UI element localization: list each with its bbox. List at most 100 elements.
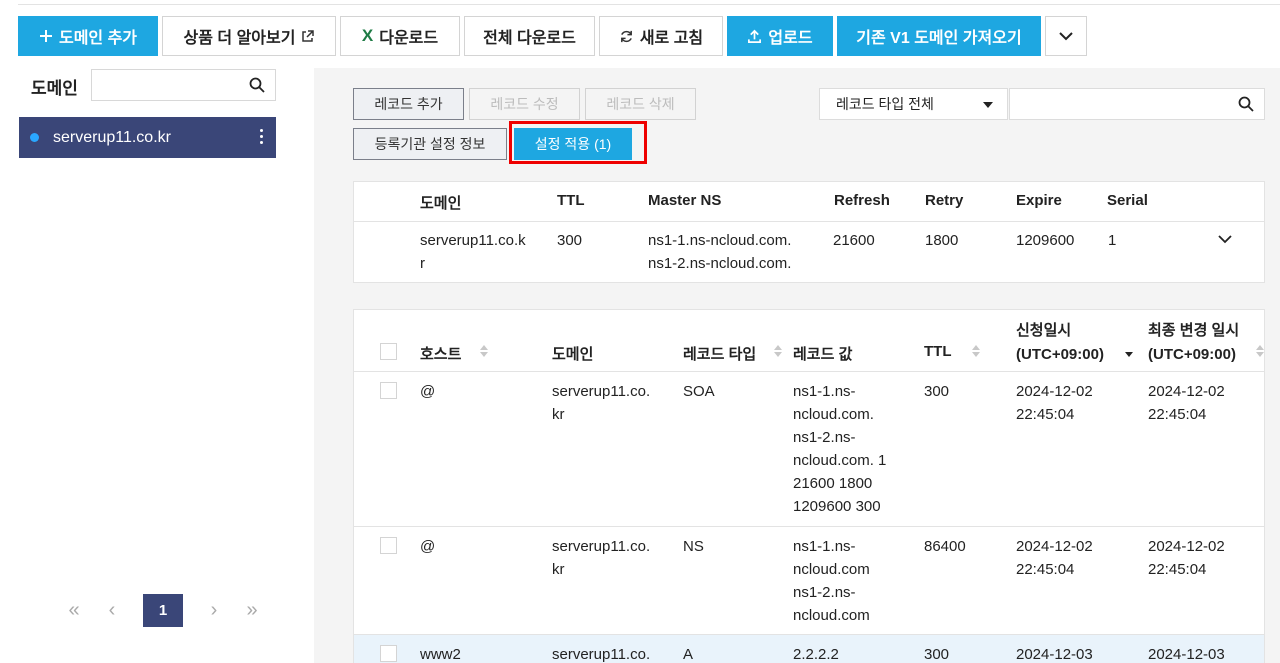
upload-icon [748, 29, 762, 43]
col-host[interactable]: 호스트 [420, 343, 461, 364]
col-ttl: TTL [557, 192, 585, 209]
select-all-checkbox[interactable] [380, 343, 397, 360]
row-checkbox[interactable] [380, 382, 397, 399]
cell-value-line: 1209600 300 [793, 498, 881, 515]
cell-modified-line: 22:45:04 [1148, 406, 1207, 423]
main-toolbar: 도메인 추가 상품 더 알아보기 X 다운로드 전체 다운로드 새로 고침 업로… [18, 16, 1087, 56]
soa-ns-line: ns1-2.ns-ncloud.com. [648, 255, 792, 272]
cell-modified: 2024-12-03 [1148, 646, 1225, 663]
chevron-down-icon [1059, 31, 1073, 40]
cell-value-line: ncloud.com [793, 561, 870, 578]
cell-value: ns1-1.ns- ncloud.com. ns1-2.ns- ncloud.c… [793, 380, 886, 518]
top-divider [18, 4, 1280, 5]
registrar-info-button[interactable]: 등록기관 설정 정보 [353, 128, 507, 160]
upload-button[interactable]: 업로드 [727, 16, 833, 56]
sort-desc-icon[interactable] [1125, 345, 1133, 357]
download-all-button[interactable]: 전체 다운로드 [464, 16, 595, 56]
cell-value-line: ns1-1.ns- [793, 538, 856, 555]
soa-table: 도메인 TTL Master NS Refresh Retry Expire S… [353, 181, 1265, 283]
records-table-header: 호스트 도메인 레코드 타입 레코드 값 TTL 신청일시 (UTC+09:00… [354, 310, 1264, 372]
sort-icon[interactable] [972, 345, 980, 357]
col-created[interactable]: 신청일시 (UTC+09:00) [1016, 319, 1104, 367]
row-checkbox[interactable] [380, 537, 397, 554]
cell-value-line: ncloud.com. 1 [793, 452, 887, 469]
sort-icon[interactable] [480, 345, 488, 357]
highlight-box [509, 121, 647, 164]
record-search-input[interactable] [1009, 88, 1265, 120]
cell-domain: serverup11.co. kr [552, 380, 650, 426]
soa-master-ns: ns1-1.ns-ncloud.com. ns1-2.ns-ncloud.com… [648, 229, 791, 275]
chevron-down-icon[interactable] [1218, 235, 1232, 244]
edit-record-button[interactable]: 레코드 수정 [469, 88, 580, 120]
learn-more-button[interactable]: 상품 더 알아보기 [162, 16, 336, 56]
add-domain-button[interactable]: 도메인 추가 [18, 16, 158, 56]
kebab-menu-icon[interactable] [260, 129, 264, 147]
col-modified[interactable]: 최종 변경 일시 (UTC+09:00) [1148, 319, 1239, 367]
add-record-button[interactable]: 레코드 추가 [353, 88, 464, 120]
import-v1-button[interactable]: 기존 V1 도메인 가져오기 [837, 16, 1041, 56]
next-page-icon[interactable]: › [195, 595, 233, 627]
sidebar-title: 도메인 [31, 79, 78, 98]
col-record-type[interactable]: 레코드 타입 [683, 343, 756, 364]
cell-domain-line: kr [552, 561, 565, 578]
soa-domain-line: r [420, 255, 425, 272]
search-icon[interactable] [1238, 96, 1254, 112]
table-row[interactable]: @ serverup11.co. kr SOA ns1-1.ns- ncloud… [354, 372, 1264, 527]
sort-icon[interactable] [1256, 345, 1264, 357]
cell-value-line: ns1-2.ns- [793, 429, 856, 446]
download-all-label: 전체 다운로드 [483, 30, 576, 47]
cell-domain-line: kr [552, 406, 565, 423]
external-link-icon [302, 29, 315, 42]
cell-created-line: 22:45:04 [1016, 406, 1075, 423]
soa-table-header: 도메인 TTL Master NS Refresh Retry Expire S… [354, 182, 1264, 222]
cell-value-line: ns1-1.ns- [793, 383, 856, 400]
cell-ttl: 300 [924, 646, 950, 663]
cell-value: ns1-1.ns- ncloud.com ns1-2.ns- ncloud.co… [793, 535, 870, 627]
col-refresh: Refresh [834, 192, 890, 209]
col-master-ns: Master NS [648, 192, 722, 209]
record-type-select[interactable]: 레코드 타입 전체 [819, 88, 1008, 120]
cell-created: 2024-12-02 22:45:04 [1016, 535, 1093, 581]
col-domain: 도메인 [552, 346, 594, 363]
soa-ttl: 300 [557, 232, 583, 249]
sort-icon[interactable] [774, 345, 782, 357]
prev-page-icon[interactable]: ‹ [93, 595, 131, 627]
col-ttl[interactable]: TTL [924, 343, 952, 360]
soa-expire: 1209600 [1016, 232, 1075, 249]
cell-created: 2024-12-02 22:45:04 [1016, 380, 1093, 426]
row-checkbox[interactable] [380, 645, 397, 662]
table-row[interactable]: @ serverup11.co. kr NS ns1-1.ns- ncloud.… [354, 527, 1264, 635]
cell-type: A [683, 646, 694, 663]
delete-record-button[interactable]: 레코드 삭제 [585, 88, 696, 120]
cell-modified-line: 2024-12-02 [1148, 538, 1225, 555]
search-icon[interactable] [249, 77, 265, 93]
cell-value-line: 21600 1800 [793, 475, 873, 492]
cell-modified: 2024-12-02 22:45:04 [1148, 380, 1225, 426]
col-record-value: 레코드 값 [793, 346, 853, 363]
refresh-button[interactable]: 새로 고침 [599, 16, 723, 56]
cell-host: @ [420, 538, 436, 555]
cell-ttl: 300 [924, 383, 950, 400]
cell-value-line: ncloud.com. [793, 406, 874, 423]
first-page-icon[interactable]: « [55, 595, 93, 627]
soa-ns-line: ns1-1.ns-ncloud.com. [648, 232, 792, 249]
soa-domain-line: serverup11.co.k [420, 232, 526, 249]
cell-type: SOA [683, 383, 715, 400]
refresh-icon [620, 30, 632, 42]
cell-value: 2.2.2.2 [793, 646, 839, 663]
cell-modified-line: 22:45:04 [1148, 561, 1207, 578]
add-domain-label: 도메인 추가 [58, 30, 138, 47]
cell-host: www2 [420, 646, 461, 663]
upload-label: 업로드 [768, 30, 813, 47]
last-page-icon[interactable]: » [233, 595, 271, 627]
more-actions-button[interactable] [1045, 16, 1087, 56]
soa-serial: 1 [1108, 232, 1117, 249]
refresh-label: 새로 고침 [639, 30, 704, 47]
domain-list-item[interactable]: serverup11.co.kr [19, 117, 276, 158]
download-button[interactable]: X 다운로드 [340, 16, 460, 56]
table-row[interactable]: www2 serverup11.co. A 2.2.2.2 300 2024-1… [354, 635, 1264, 663]
cell-type: NS [683, 538, 704, 555]
import-v1-label: 기존 V1 도메인 가져오기 [856, 30, 1022, 47]
current-page[interactable]: 1 [143, 594, 183, 627]
domain-search-input[interactable] [91, 69, 276, 101]
